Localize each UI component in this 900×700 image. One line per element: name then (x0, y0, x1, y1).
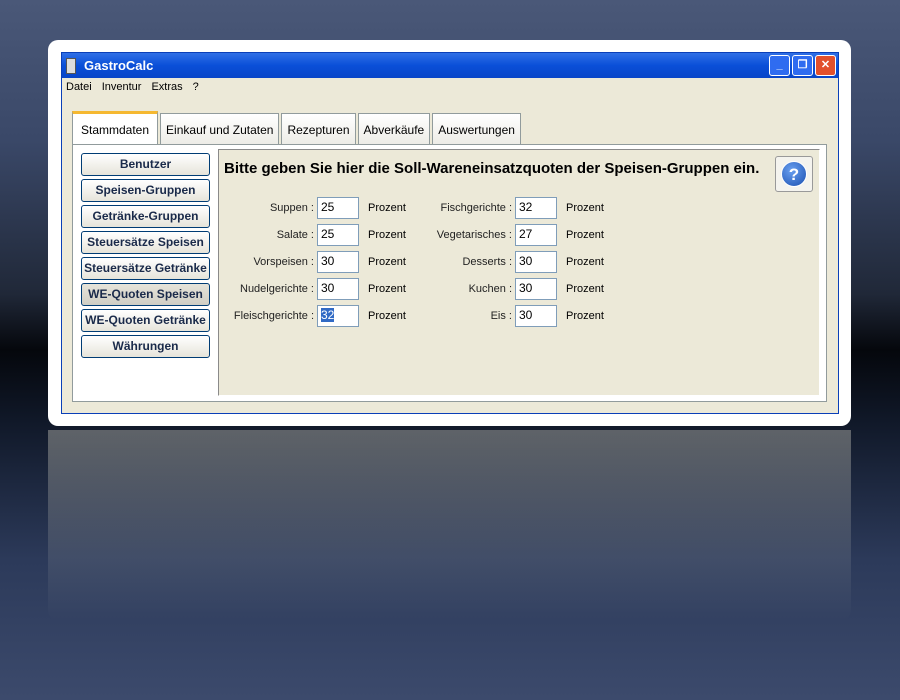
speisen-gruppen-button[interactable]: Speisen-Gruppen (81, 179, 210, 202)
tab-bar: Stammdaten Einkauf und Zutaten Rezepture… (72, 111, 523, 146)
title-bar[interactable]: GastroCalc _ ❐ ✕ (62, 53, 838, 78)
steuersaetze-getraenke-button[interactable]: Steuersätze Getränke (81, 257, 210, 280)
unit-label: Prozent (566, 229, 604, 241)
help-icon: ? (781, 161, 807, 187)
group-label: Vegetarisches : (436, 229, 512, 241)
window-title: GastroCalc (84, 58, 154, 73)
group-label: Suppen : (269, 202, 314, 214)
quota-value: 25 (321, 227, 335, 241)
quota-row: Desserts : 30 Prozent (426, 251, 604, 273)
menu-extras[interactable]: Extras (151, 81, 182, 93)
quota-value: 30 (321, 254, 335, 268)
group-label: Salate : (276, 229, 314, 241)
group-label: Vorspeisen : (253, 256, 314, 268)
quota-row: Salate : 25 Prozent (228, 224, 406, 246)
unit-label: Prozent (368, 229, 406, 241)
maximize-button[interactable]: ❐ (792, 55, 813, 76)
group-label: Kuchen : (468, 283, 512, 295)
unit-label: Prozent (566, 256, 604, 268)
tab-panel: Benutzer Speisen-Gruppen Getränke-Gruppe… (72, 144, 827, 402)
menu-bar: Datei Inventur Extras ? (62, 78, 838, 96)
getraenke-gruppen-button[interactable]: Getränke-Gruppen (81, 205, 210, 228)
quota-input[interactable]: 32 (317, 305, 359, 327)
waehrungen-button[interactable]: Währungen (81, 335, 210, 358)
side-nav: Benutzer Speisen-Gruppen Getränke-Gruppe… (81, 153, 210, 361)
quota-value: 25 (321, 200, 335, 214)
quota-row: Fischgerichte : 32 Prozent (426, 197, 604, 219)
quota-value: 30 (519, 254, 533, 268)
group-label: Eis : (490, 310, 512, 322)
steuersaetze-speisen-button[interactable]: Steuersätze Speisen (81, 231, 210, 254)
unit-label: Prozent (368, 310, 406, 322)
help-button[interactable]: ? (775, 156, 813, 192)
quota-value: 32 (519, 200, 533, 214)
benutzer-button[interactable]: Benutzer (81, 153, 210, 176)
quota-row: Suppen : 25 Prozent (228, 197, 406, 219)
unit-label: Prozent (368, 202, 406, 214)
we-quoten-getraenke-button[interactable]: WE-Quoten Getränke (81, 309, 210, 332)
tab-auswertungen[interactable]: Auswertungen (432, 113, 521, 146)
group-label: Fleischgerichte : (233, 310, 314, 322)
minimize-button[interactable]: _ (769, 55, 790, 76)
unit-label: Prozent (368, 256, 406, 268)
menu-inventur[interactable]: Inventur (102, 81, 142, 93)
group-label: Fischgerichte : (440, 202, 512, 214)
menu-datei[interactable]: Datei (66, 81, 92, 93)
quota-input[interactable]: 32 (515, 197, 557, 219)
group-label: Desserts : (462, 256, 512, 268)
we-quoten-speisen-button[interactable]: WE-Quoten Speisen (81, 283, 210, 306)
quota-row: Fleischgerichte : 32 Prozent (228, 305, 406, 327)
quota-input[interactable]: 27 (515, 224, 557, 246)
quota-value: 32 (321, 308, 335, 322)
quota-input[interactable]: 30 (317, 278, 359, 300)
unit-label: Prozent (566, 310, 604, 322)
quota-input[interactable]: 30 (515, 305, 557, 327)
quota-input[interactable]: 30 (317, 251, 359, 273)
quota-value: 27 (519, 227, 533, 241)
quota-form: Bitte geben Sie hier die Soll-Wareneinsa… (218, 149, 820, 396)
quota-input[interactable]: 25 (317, 197, 359, 219)
menu-help[interactable]: ? (193, 81, 199, 93)
quota-input[interactable]: 25 (317, 224, 359, 246)
quota-row: Vegetarisches : 27 Prozent (426, 224, 604, 246)
unit-label: Prozent (566, 283, 604, 295)
unit-label: Prozent (566, 202, 604, 214)
group-label: Nudelgerichte : (240, 283, 314, 295)
tab-einkauf[interactable]: Einkauf und Zutaten (160, 113, 280, 146)
quota-value: 30 (321, 281, 335, 295)
app-icon (66, 57, 76, 74)
tab-stammdaten[interactable]: Stammdaten (72, 111, 159, 146)
quota-value: 30 (519, 281, 533, 295)
tab-rezepturen[interactable]: Rezepturen (281, 113, 356, 146)
close-button[interactable]: ✕ (815, 55, 836, 76)
window-reflection (48, 430, 851, 620)
quota-value: 30 (519, 308, 533, 322)
app-window: GastroCalc _ ❐ ✕ Datei Inventur Extras ?… (61, 52, 839, 414)
quota-row: Kuchen : 30 Prozent (426, 278, 604, 300)
unit-label: Prozent (368, 283, 406, 295)
quota-row: Nudelgerichte : 30 Prozent (228, 278, 406, 300)
quota-input[interactable]: 30 (515, 251, 557, 273)
form-heading: Bitte geben Sie hier die Soll-Wareneinsa… (224, 160, 760, 177)
quota-input[interactable]: 30 (515, 278, 557, 300)
quota-row: Eis : 30 Prozent (426, 305, 604, 327)
quota-row: Vorspeisen : 30 Prozent (228, 251, 406, 273)
tab-abverkaeufe[interactable]: Abverkäufe (357, 113, 431, 146)
